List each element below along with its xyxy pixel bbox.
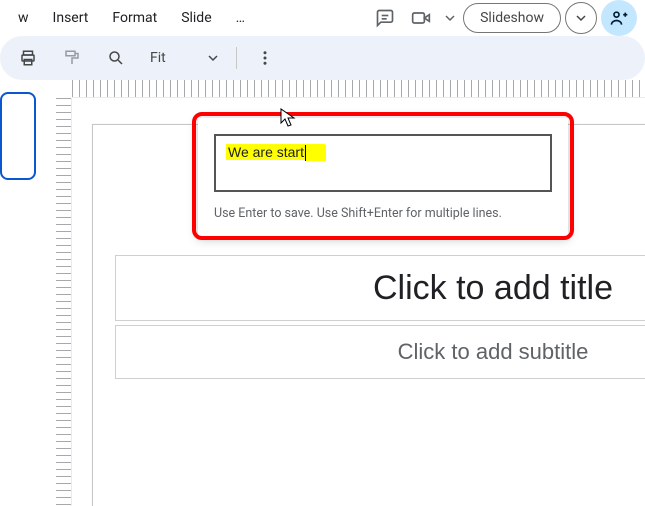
toolbar-divider [236, 47, 237, 69]
menu-slide[interactable]: Slide [171, 4, 221, 32]
present-camera-group [405, 2, 459, 34]
slide-thumbnail-panel [0, 80, 56, 506]
horizontal-ruler [72, 80, 645, 98]
menu-view-partial[interactable]: w [8, 4, 39, 32]
menu-bar: w Insert Format Slide … Slideshow [0, 0, 645, 36]
comment-history-icon[interactable] [369, 2, 401, 34]
zoom-dropdown[interactable]: Fit [144, 46, 224, 70]
paint-format-icon[interactable] [56, 42, 88, 74]
zoom-icon[interactable] [100, 42, 132, 74]
canvas-area: Click to add title Click to add subtitle… [56, 80, 645, 506]
subtitle-placeholder[interactable]: Click to add subtitle [115, 325, 645, 379]
more-options-icon[interactable] [249, 42, 281, 74]
speaker-notes-input[interactable]: We are starting [214, 134, 552, 192]
speaker-notes-popup: We are starting Use Enter to save. Use S… [198, 118, 568, 237]
toolbar: Fit [0, 36, 645, 80]
print-icon[interactable] [12, 42, 44, 74]
slideshow-label: Slideshow [480, 10, 544, 26]
zoom-level-label: Fit [150, 50, 166, 66]
slide-thumbnail-1[interactable] [0, 92, 36, 180]
highlight-tail [306, 145, 326, 161]
speaker-notes-hint: Use Enter to save. Use Shift+Enter for m… [214, 206, 552, 221]
video-dropdown-icon[interactable] [441, 2, 459, 34]
video-call-icon[interactable] [405, 2, 437, 34]
slideshow-button[interactable]: Slideshow [463, 3, 561, 33]
workspace: Click to add title Click to add subtitle… [0, 80, 645, 506]
slideshow-dropdown[interactable] [565, 2, 597, 34]
share-button[interactable] [601, 0, 637, 36]
vertical-ruler [56, 98, 72, 506]
menu-more[interactable]: … [226, 4, 255, 32]
menu-insert[interactable]: Insert [43, 4, 99, 32]
title-placeholder[interactable]: Click to add title [115, 255, 645, 321]
menu-format[interactable]: Format [102, 4, 167, 32]
